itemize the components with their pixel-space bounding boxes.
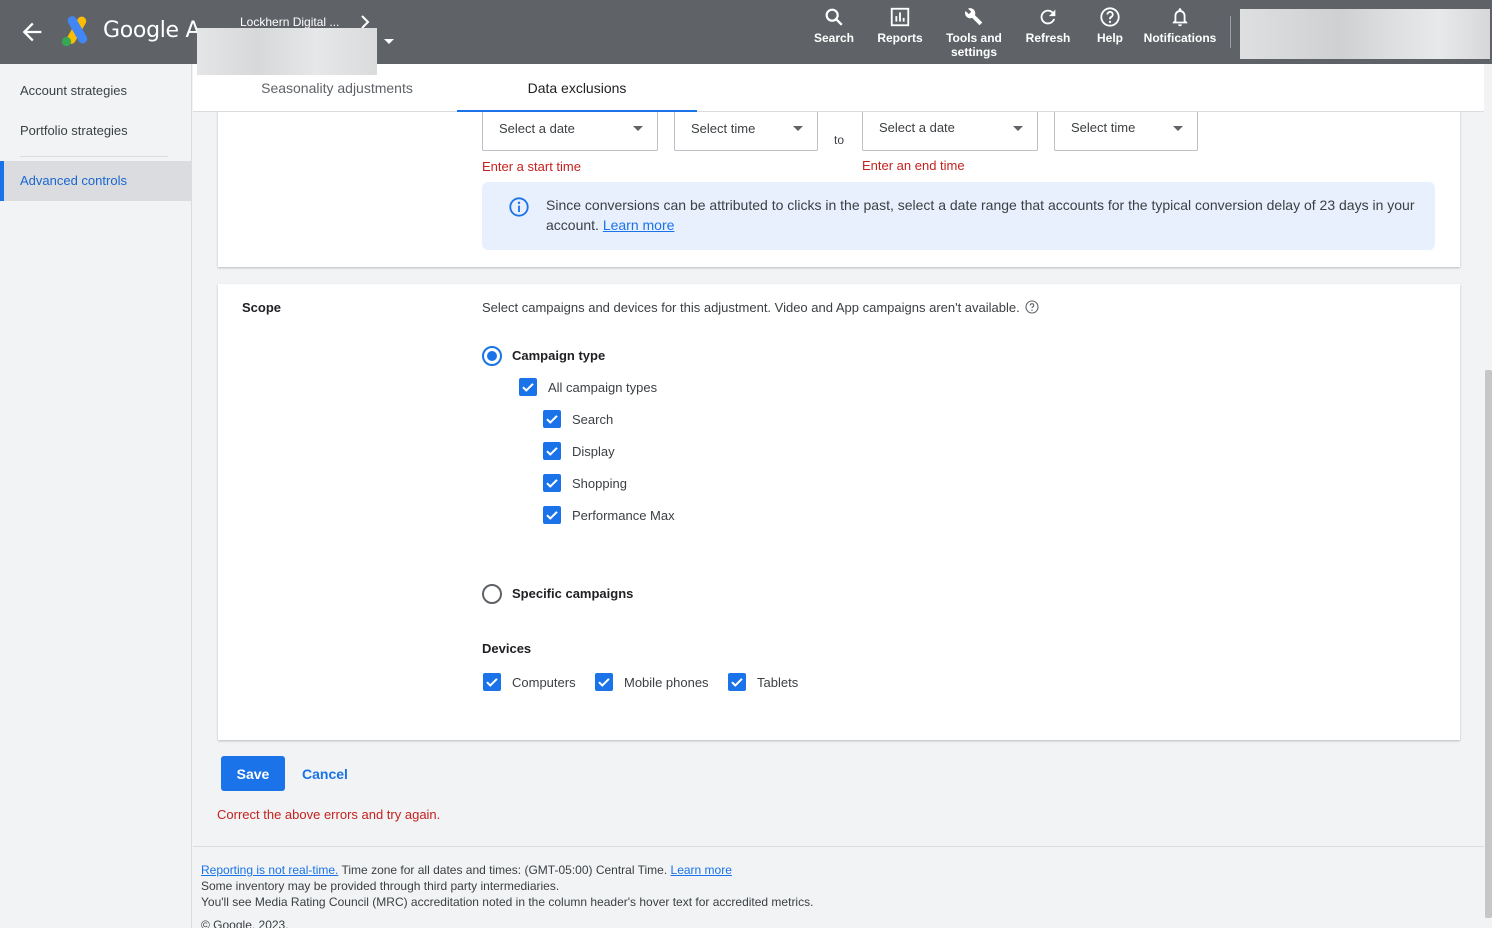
specific-campaigns-radio[interactable]: [482, 584, 502, 604]
timezone-text: Time zone for all dates and times: (GMT-…: [338, 863, 671, 877]
reports-icon: [890, 7, 910, 27]
tool-search[interactable]: Search: [810, 6, 858, 45]
device-label: Tablets: [757, 675, 799, 690]
tool-label: Search: [813, 31, 855, 45]
google-ads-logo-icon: [61, 16, 88, 47]
account-name[interactable]: Lockhern Digital ...: [240, 15, 339, 29]
start-date-select[interactable]: Select a date: [482, 109, 658, 151]
form-error-message: Correct the above errors and try again.: [217, 807, 441, 822]
brand-name: Google Ads: [103, 18, 197, 43]
user-account-redacted[interactable]: [1240, 9, 1490, 59]
campaign-type-label: Campaign type: [512, 348, 606, 363]
footer-line-3: You'll see Media Rating Council (MRC) ac…: [201, 895, 814, 909]
search-checkbox[interactable]: [543, 410, 561, 428]
refresh-icon: [1040, 9, 1056, 25]
tool-label: Help: [1096, 31, 1123, 45]
cancel-button[interactable]: Cancel: [295, 756, 355, 791]
wrench-icon: [965, 8, 983, 26]
bell-icon: [1172, 8, 1188, 27]
dropdown-arrow-icon: [1173, 126, 1183, 131]
campaign-type-label: Shopping: [572, 476, 627, 491]
checkmark-icon: [598, 678, 610, 687]
checkmark-icon: [522, 383, 534, 392]
end-time-error: Enter an end time: [862, 158, 965, 173]
save-button[interactable]: Save: [221, 756, 285, 791]
campaign-type-label: Performance Max: [572, 508, 675, 523]
all-campaign-types-label: All campaign types: [548, 380, 658, 395]
sidebar-item-portfolio-strategies[interactable]: Portfolio strategies: [0, 111, 192, 151]
sidebar-item-advanced-controls[interactable]: Advanced controls: [0, 161, 192, 201]
help-icon: [1100, 7, 1120, 27]
to-label: to: [834, 133, 845, 147]
dropdown-arrow-icon: [793, 126, 803, 131]
tool-notifications[interactable]: Notifications: [1140, 6, 1220, 45]
tool-refresh[interactable]: Refresh: [1022, 6, 1074, 45]
back-arrow-icon[interactable]: [18, 18, 46, 46]
select-value: Select a date: [499, 121, 575, 136]
scope-title: Scope: [242, 300, 282, 315]
tool-tools-settings[interactable]: Tools and settings: [940, 6, 1008, 59]
tool-help[interactable]: Help: [1088, 6, 1132, 45]
all-campaign-types-checkbox[interactable]: [519, 378, 537, 396]
specific-campaigns-label: Specific campaigns: [512, 586, 634, 601]
checkmark-icon: [731, 678, 743, 687]
footer-line-2: Some inventory may be provided through t…: [201, 879, 560, 893]
scope-card: [218, 284, 1460, 740]
computers-checkbox[interactable]: [483, 673, 501, 691]
info-text: Since conversions can be attributed to c…: [546, 197, 1415, 233]
start-time-select[interactable]: Select time: [674, 109, 818, 151]
campaign-type-label: Display: [572, 444, 615, 459]
tool-label: Refresh: [1025, 31, 1071, 45]
select-value: Select time: [1071, 120, 1136, 135]
start-time-error: Enter a start time: [482, 159, 581, 174]
display-checkbox[interactable]: [543, 442, 561, 460]
end-date-select[interactable]: Select a date: [862, 109, 1038, 151]
tool-label: Reports: [877, 31, 923, 45]
shopping-checkbox[interactable]: [543, 474, 561, 492]
tool-label: Notifications: [1143, 31, 1217, 45]
sidebar-divider: [20, 156, 168, 157]
info-icon: [509, 197, 529, 217]
tool-reports[interactable]: Reports: [874, 6, 926, 45]
tablets-checkbox[interactable]: [728, 673, 746, 691]
info-message: Since conversions can be attributed to c…: [546, 195, 1416, 235]
account-id-redacted: [197, 28, 377, 75]
campaign-type-radio[interactable]: [482, 346, 502, 366]
reporting-not-realtime-link[interactable]: Reporting is not real-time.: [201, 863, 338, 877]
footer-learn-more-link[interactable]: Learn more: [671, 863, 732, 877]
devices-title: Devices: [482, 641, 532, 656]
device-label: Mobile phones: [624, 675, 709, 690]
tab-bar: Seasonality adjustments Data exclusions: [193, 64, 1484, 112]
select-value: Select a date: [879, 120, 955, 135]
tool-label: Tools and: [946, 31, 1002, 45]
sidebar: Account strategies Portfolio strategies …: [0, 64, 192, 928]
tab-data-exclusions[interactable]: Data exclusions: [457, 64, 697, 112]
scrollbar-thumb[interactable]: [1485, 370, 1492, 918]
dropdown-arrow-icon: [633, 126, 643, 131]
checkmark-icon: [486, 678, 498, 687]
checkmark-icon: [546, 511, 558, 520]
device-label: Computers: [512, 675, 576, 690]
help-circle-icon[interactable]: [1025, 300, 1039, 314]
header-divider: [1230, 16, 1231, 48]
select-value: Select time: [691, 121, 756, 136]
mobile-phones-checkbox[interactable]: [595, 673, 613, 691]
sidebar-item-account-strategies[interactable]: Account strategies: [0, 71, 192, 111]
scope-description: Select campaigns and devices for this ad…: [482, 300, 1020, 315]
checkmark-icon: [546, 479, 558, 488]
conversion-delay-info-box: Since conversions can be attributed to c…: [482, 182, 1435, 250]
footer-copyright: © Google, 2023.: [201, 918, 289, 928]
dropdown-arrow-icon: [1013, 126, 1023, 131]
account-dropdown-icon[interactable]: [383, 38, 395, 46]
performance-max-checkbox[interactable]: [543, 506, 561, 524]
tool-label-line2: settings: [950, 45, 997, 59]
footer-line-1: Reporting is not real-time. Time zone fo…: [201, 863, 732, 877]
footer-divider: [193, 846, 1484, 847]
checkmark-icon: [546, 415, 558, 424]
search-icon: [825, 8, 843, 26]
checkmark-icon: [546, 447, 558, 456]
campaign-type-label: Search: [572, 412, 614, 427]
learn-more-link[interactable]: Learn more: [603, 217, 675, 233]
end-time-select[interactable]: Select time: [1054, 109, 1198, 151]
